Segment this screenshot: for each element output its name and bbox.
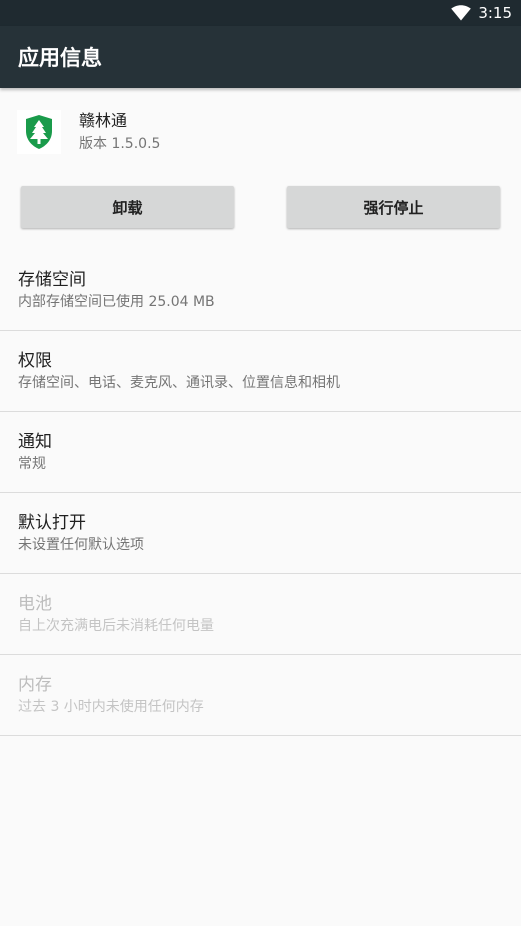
- settings-list: 存储空间 内部存储空间已使用 25.04 MB 权限 存储空间、电话、麦克风、通…: [0, 249, 521, 736]
- setting-subtitle: 未设置任何默认选项: [18, 537, 144, 553]
- app-version: 版本 1.5.0.5: [79, 136, 161, 152]
- app-info-screen: 3:15 应用信息 赣林通 版本 1.5.0.5 卸载 强行停止 存储空间 内部…: [0, 0, 521, 926]
- pine-tree-shield-icon: [26, 115, 52, 149]
- setting-title: 默认打开: [18, 513, 86, 533]
- wifi-icon: [451, 5, 472, 21]
- setting-subtitle: 存储空间、电话、麦克风、通讯录、位置信息和相机: [18, 375, 340, 391]
- app-info-text: 赣林通 版本 1.5.0.5: [79, 110, 160, 154]
- setting-title: 权限: [18, 351, 52, 371]
- uninstall-button[interactable]: 卸载: [21, 186, 234, 228]
- page-title: 应用信息: [18, 46, 102, 70]
- setting-subtitle: 内部存储空间已使用 25.04 MB: [18, 293, 215, 310]
- setting-notifications[interactable]: 通知 常规: [0, 412, 521, 493]
- setting-title: 通知: [18, 432, 52, 452]
- setting-title: 内存: [18, 675, 52, 695]
- setting-storage[interactable]: 存储空间 内部存储空间已使用 25.04 MB: [0, 249, 521, 331]
- app-icon: [17, 110, 61, 154]
- app-header: 赣林通 版本 1.5.0.5: [0, 88, 521, 176]
- status-bar: 3:15: [0, 0, 521, 26]
- setting-subtitle: 自上次充满电后未消耗任何电量: [18, 618, 214, 634]
- app-bar: 应用信息: [0, 26, 521, 88]
- setting-subtitle: 过去 3 小时内未使用任何内存: [18, 699, 204, 715]
- setting-memory: 内存 过去 3 小时内未使用任何内存: [0, 655, 521, 736]
- status-time: 3:15: [478, 4, 512, 22]
- app-name: 赣林通: [79, 111, 128, 130]
- setting-title: 存储空间: [18, 269, 86, 290]
- setting-title: 电池: [18, 594, 52, 614]
- setting-subtitle: 常规: [18, 456, 46, 472]
- setting-open-by-default[interactable]: 默认打开 未设置任何默认选项: [0, 493, 521, 574]
- setting-battery: 电池 自上次充满电后未消耗任何电量: [0, 574, 521, 655]
- setting-permissions[interactable]: 权限 存储空间、电话、麦克风、通讯录、位置信息和相机: [0, 331, 521, 412]
- action-buttons: 卸载 强行停止: [0, 186, 521, 234]
- force-stop-button[interactable]: 强行停止: [287, 186, 500, 228]
